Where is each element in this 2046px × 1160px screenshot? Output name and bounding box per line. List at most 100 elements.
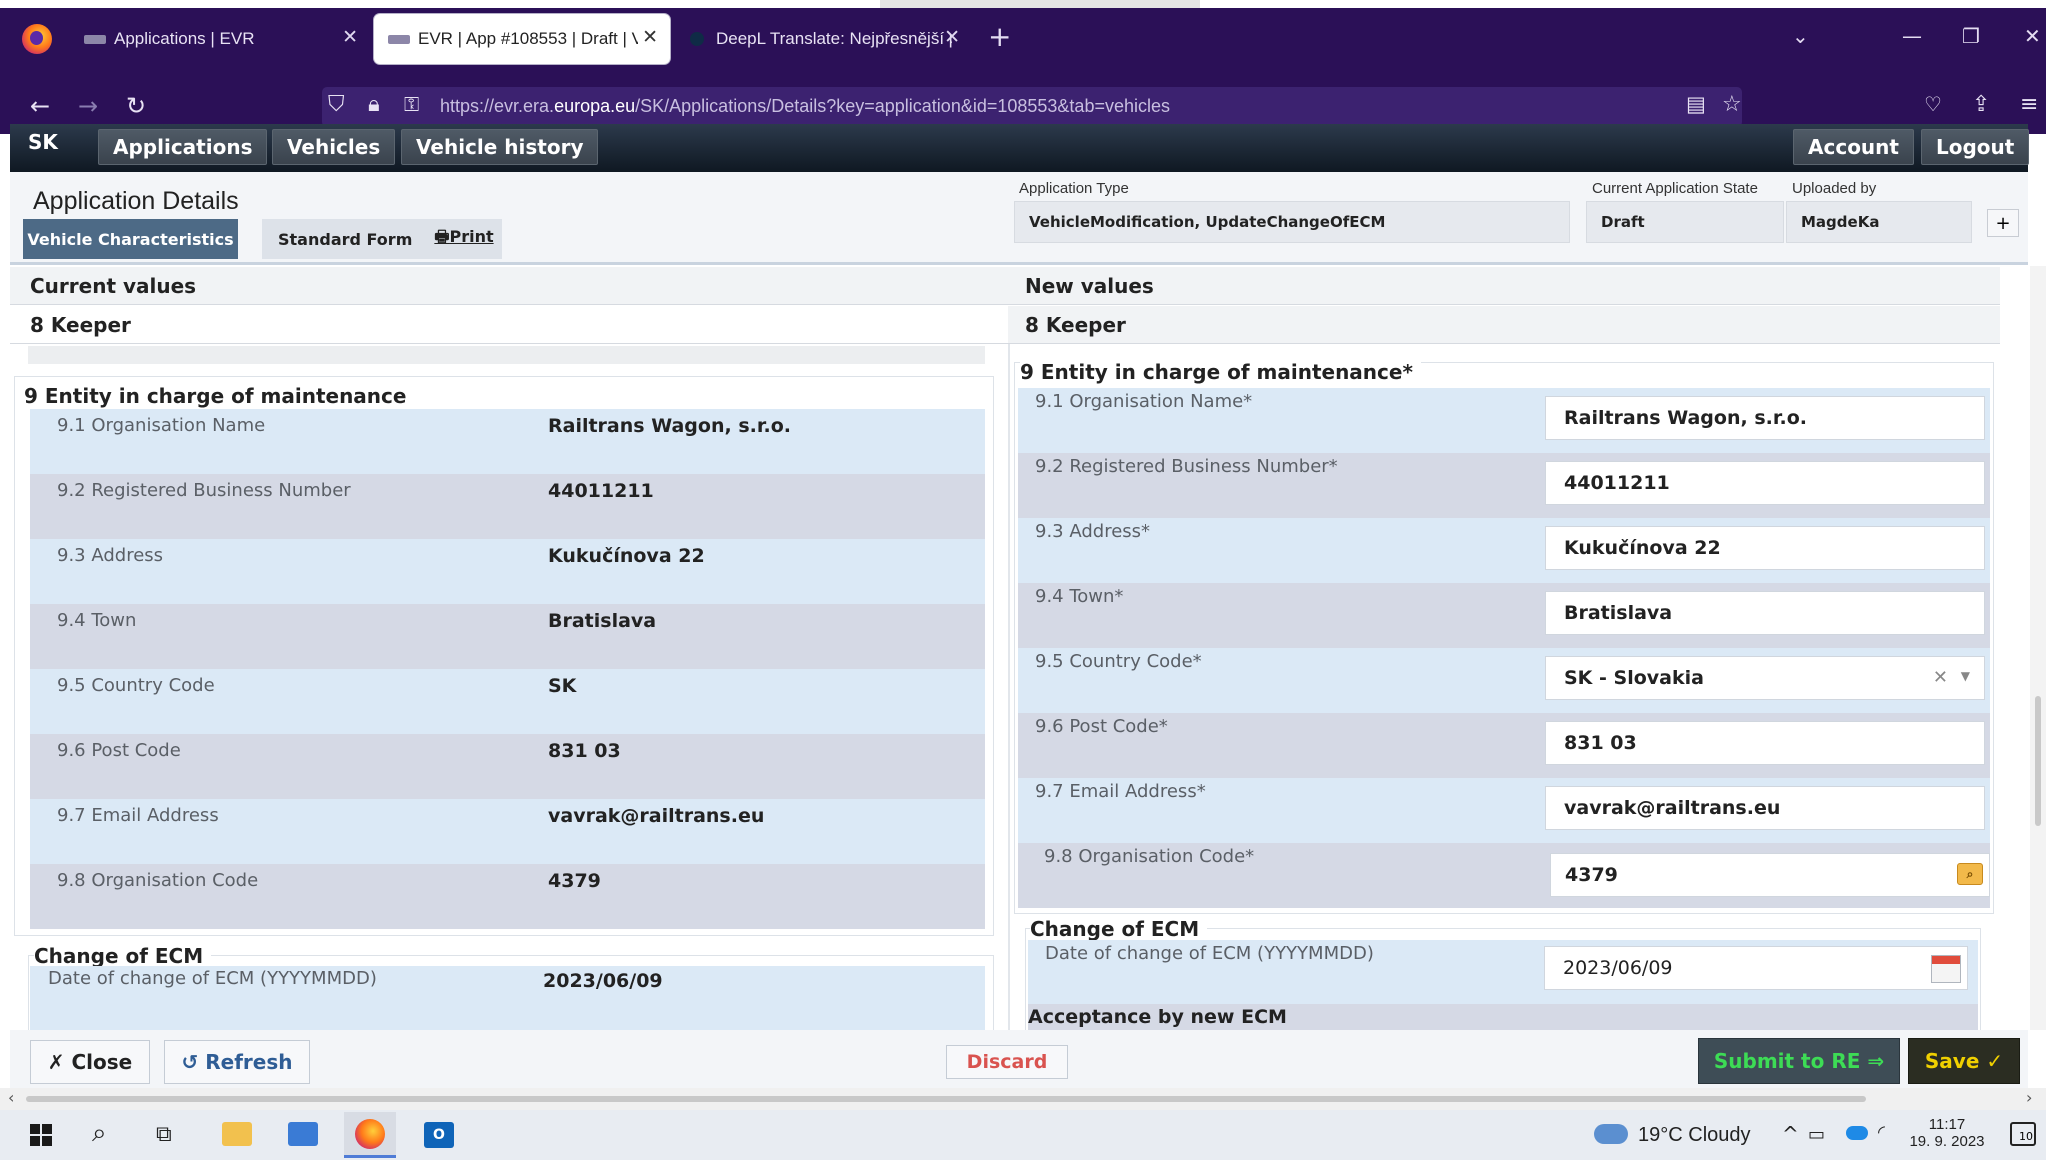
restore-icon[interactable]: ❐ <box>1962 24 1980 48</box>
organisation-name-input[interactable]: Railtrans Wagon, s.r.o. <box>1545 396 1985 440</box>
forward-icon[interactable]: → <box>78 92 98 120</box>
right-row: 9.5 Country Code* SK - Slovakia ✕ ▼ <box>1018 648 1990 713</box>
firefox-icon[interactable] <box>22 24 52 54</box>
left-row-label: 9.4 Town <box>57 610 137 631</box>
battery-icon[interactable]: ▭ <box>1808 1124 1825 1145</box>
browser-tab-application-108553[interactable]: EVR | App #108553 | Draft | Veh ✕ <box>374 14 670 64</box>
minimize-icon[interactable]: — <box>1902 24 1922 48</box>
clear-icon[interactable]: ✕ <box>1933 667 1948 688</box>
scroll-right-icon[interactable]: › <box>2026 1088 2032 1107</box>
evr-favicon-icon <box>84 34 106 44</box>
right-row: 9.6 Post Code* 831 03 <box>1018 713 1990 778</box>
browser-tab-applications[interactable]: Applications | EVR ✕ <box>70 14 370 64</box>
address-input[interactable]: Kukučínova 22 <box>1545 526 1985 570</box>
file-explorer-icon[interactable] <box>222 1122 252 1146</box>
right-row-label: 9.8 Organisation Code* <box>1044 846 1255 867</box>
scrollbar-thumb[interactable] <box>2035 696 2041 826</box>
folder-search-icon[interactable]: ⌕ <box>1957 863 1983 885</box>
task-view-icon[interactable]: ⧉ <box>156 1122 172 1147</box>
nav-vehicles-button[interactable]: Vehicles <box>272 129 396 165</box>
left-row: 9.8 Organisation Code 4379 <box>30 864 985 929</box>
weather-icon[interactable] <box>1594 1124 1628 1144</box>
left-row-value: Kukučínova 22 <box>548 545 705 567</box>
tab-standard-form[interactable]: Standard Form 🖶︎Print <box>262 219 502 259</box>
chevron-down-icon[interactable]: ▼ <box>1961 669 1970 683</box>
ecm-date-value: 2023/06/09 <box>1563 957 1673 979</box>
right-row-label: 9.4 Town* <box>1035 586 1124 607</box>
close-window-icon[interactable]: ✕ <box>2024 24 2041 48</box>
country-code-select[interactable]: SK - Slovakia ✕ ▼ <box>1545 656 1985 700</box>
save-button[interactable]: Save ✓ <box>1908 1038 2020 1084</box>
current-values-header: Current values <box>10 267 1008 305</box>
logout-button[interactable]: Logout <box>1921 129 2030 165</box>
submit-to-re-button[interactable]: Submit to RE ⇒ <box>1698 1038 1900 1084</box>
lock-icon[interactable]: 🔒︎ <box>368 92 380 117</box>
scroll-left-icon[interactable]: ‹ <box>8 1088 14 1107</box>
email-input[interactable]: vavrak@railtrans.eu <box>1545 786 1985 830</box>
back-icon[interactable]: ← <box>30 92 50 120</box>
browser-tab-deepl[interactable]: DeepL Translate: Nejpřesnější p ✕ <box>676 14 972 64</box>
printer-icon: 🖶︎ <box>434 226 450 246</box>
refresh-button[interactable]: ↺ Refresh <box>164 1040 310 1084</box>
left-row-label: 9.1 Organisation Name <box>57 415 266 436</box>
onedrive-icon[interactable] <box>1846 1126 1868 1140</box>
right-ecm-change-title: Change of ECM <box>1030 917 1208 941</box>
shield-icon[interactable]: ⛉ <box>328 92 345 117</box>
pocket-icon[interactable]: ♡ <box>1924 92 1942 116</box>
town-input[interactable]: Bratislava <box>1545 591 1985 635</box>
post-code-input[interactable]: 831 03 <box>1545 721 1985 765</box>
app-window-icon[interactable] <box>288 1122 318 1146</box>
organisation-code-value: 4379 <box>1565 864 1618 886</box>
search-icon[interactable]: ⌕ <box>92 1118 107 1149</box>
new-tab-icon[interactable]: + <box>988 20 1011 53</box>
permissions-icon[interactable]: ⚿ <box>404 92 419 116</box>
close-button[interactable]: ✗ Close <box>30 1040 150 1084</box>
tab-label: EVR | App #108553 | Draft | Veh <box>418 29 638 48</box>
url-text[interactable]: https://evr.era.europa.eu/SK/Application… <box>440 96 1170 117</box>
windows-start-icon[interactable] <box>30 1124 52 1146</box>
right-row: 9.8 Organisation Code* 4379 ⌕ <box>1018 843 1990 908</box>
wifi-icon[interactable]: ◜ <box>1878 1122 1885 1143</box>
right-ecm-date-label: Date of change of ECM (YYYYMMDD) <box>1045 943 1374 964</box>
right-section-title: 9 Entity in charge of maintenance* <box>1020 360 1421 384</box>
uploaded-by-value: MagdeKa <box>1786 201 1972 243</box>
weather-text[interactable]: 19°C Cloudy <box>1638 1124 1751 1147</box>
page-scrollbar[interactable] <box>2030 266 2046 1030</box>
taskbar-firefox-item[interactable] <box>344 1112 396 1158</box>
reader-view-icon[interactable]: ▤ <box>1686 92 1706 116</box>
calendar-icon[interactable] <box>1931 955 1961 983</box>
left-row: 9.4 Town Bratislava <box>30 604 985 669</box>
tab-vehicle-characteristics[interactable]: Vehicle Characteristics <box>23 219 238 259</box>
business-number-input[interactable]: 44011211 <box>1545 461 1985 505</box>
menu-icon[interactable]: ≡ <box>2020 92 2038 117</box>
ecm-date-input[interactable]: 2023/06/09 <box>1544 946 1968 990</box>
horizontal-scrollbar-thumb[interactable] <box>26 1096 1866 1102</box>
reload-icon[interactable]: ↻ <box>126 92 146 120</box>
close-tab-icon[interactable]: ✕ <box>944 26 960 49</box>
url-domain: europa.eu <box>554 96 636 116</box>
account-button[interactable]: Account <box>1793 129 1914 165</box>
outlook-icon[interactable]: O <box>424 1122 454 1148</box>
left-row-value: 44011211 <box>548 480 654 502</box>
right-row-label: 9.2 Registered Business Number* <box>1035 456 1338 477</box>
print-link[interactable]: 🖶︎Print <box>434 226 493 253</box>
horizontal-scrollbar[interactable]: ‹ › <box>0 1088 2046 1110</box>
application-type-label: Application Type <box>1019 180 1129 197</box>
clock-time: 11:17 <box>1928 1116 1966 1133</box>
expand-button[interactable]: + <box>1987 209 2019 237</box>
clock[interactable]: 11:17 19. 9. 2023 <box>1902 1116 1992 1150</box>
chevron-up-icon[interactable]: ^ <box>1782 1122 1799 1146</box>
discard-button[interactable]: Discard <box>946 1045 1068 1079</box>
close-tab-icon[interactable]: ✕ <box>342 26 358 49</box>
chevron-down-icon[interactable]: ⌄ <box>1792 24 1809 48</box>
notifications-icon[interactable]: 10 <box>2010 1122 2036 1146</box>
left-row-label: 9.3 Address <box>57 545 164 566</box>
bookmark-star-icon[interactable]: ☆ <box>1722 92 1742 117</box>
extensions-icon[interactable]: ⇪ <box>1972 92 1990 117</box>
close-tab-icon[interactable]: ✕ <box>642 26 658 49</box>
left-row: 9.3 Address Kukučínova 22 <box>30 539 985 604</box>
nav-vehicle-history-button[interactable]: Vehicle history <box>401 129 599 165</box>
organisation-code-input[interactable]: 4379 ⌕ <box>1550 853 1990 897</box>
nav-applications-button[interactable]: Applications <box>98 129 268 165</box>
new-values-header: New values <box>1008 267 2000 305</box>
